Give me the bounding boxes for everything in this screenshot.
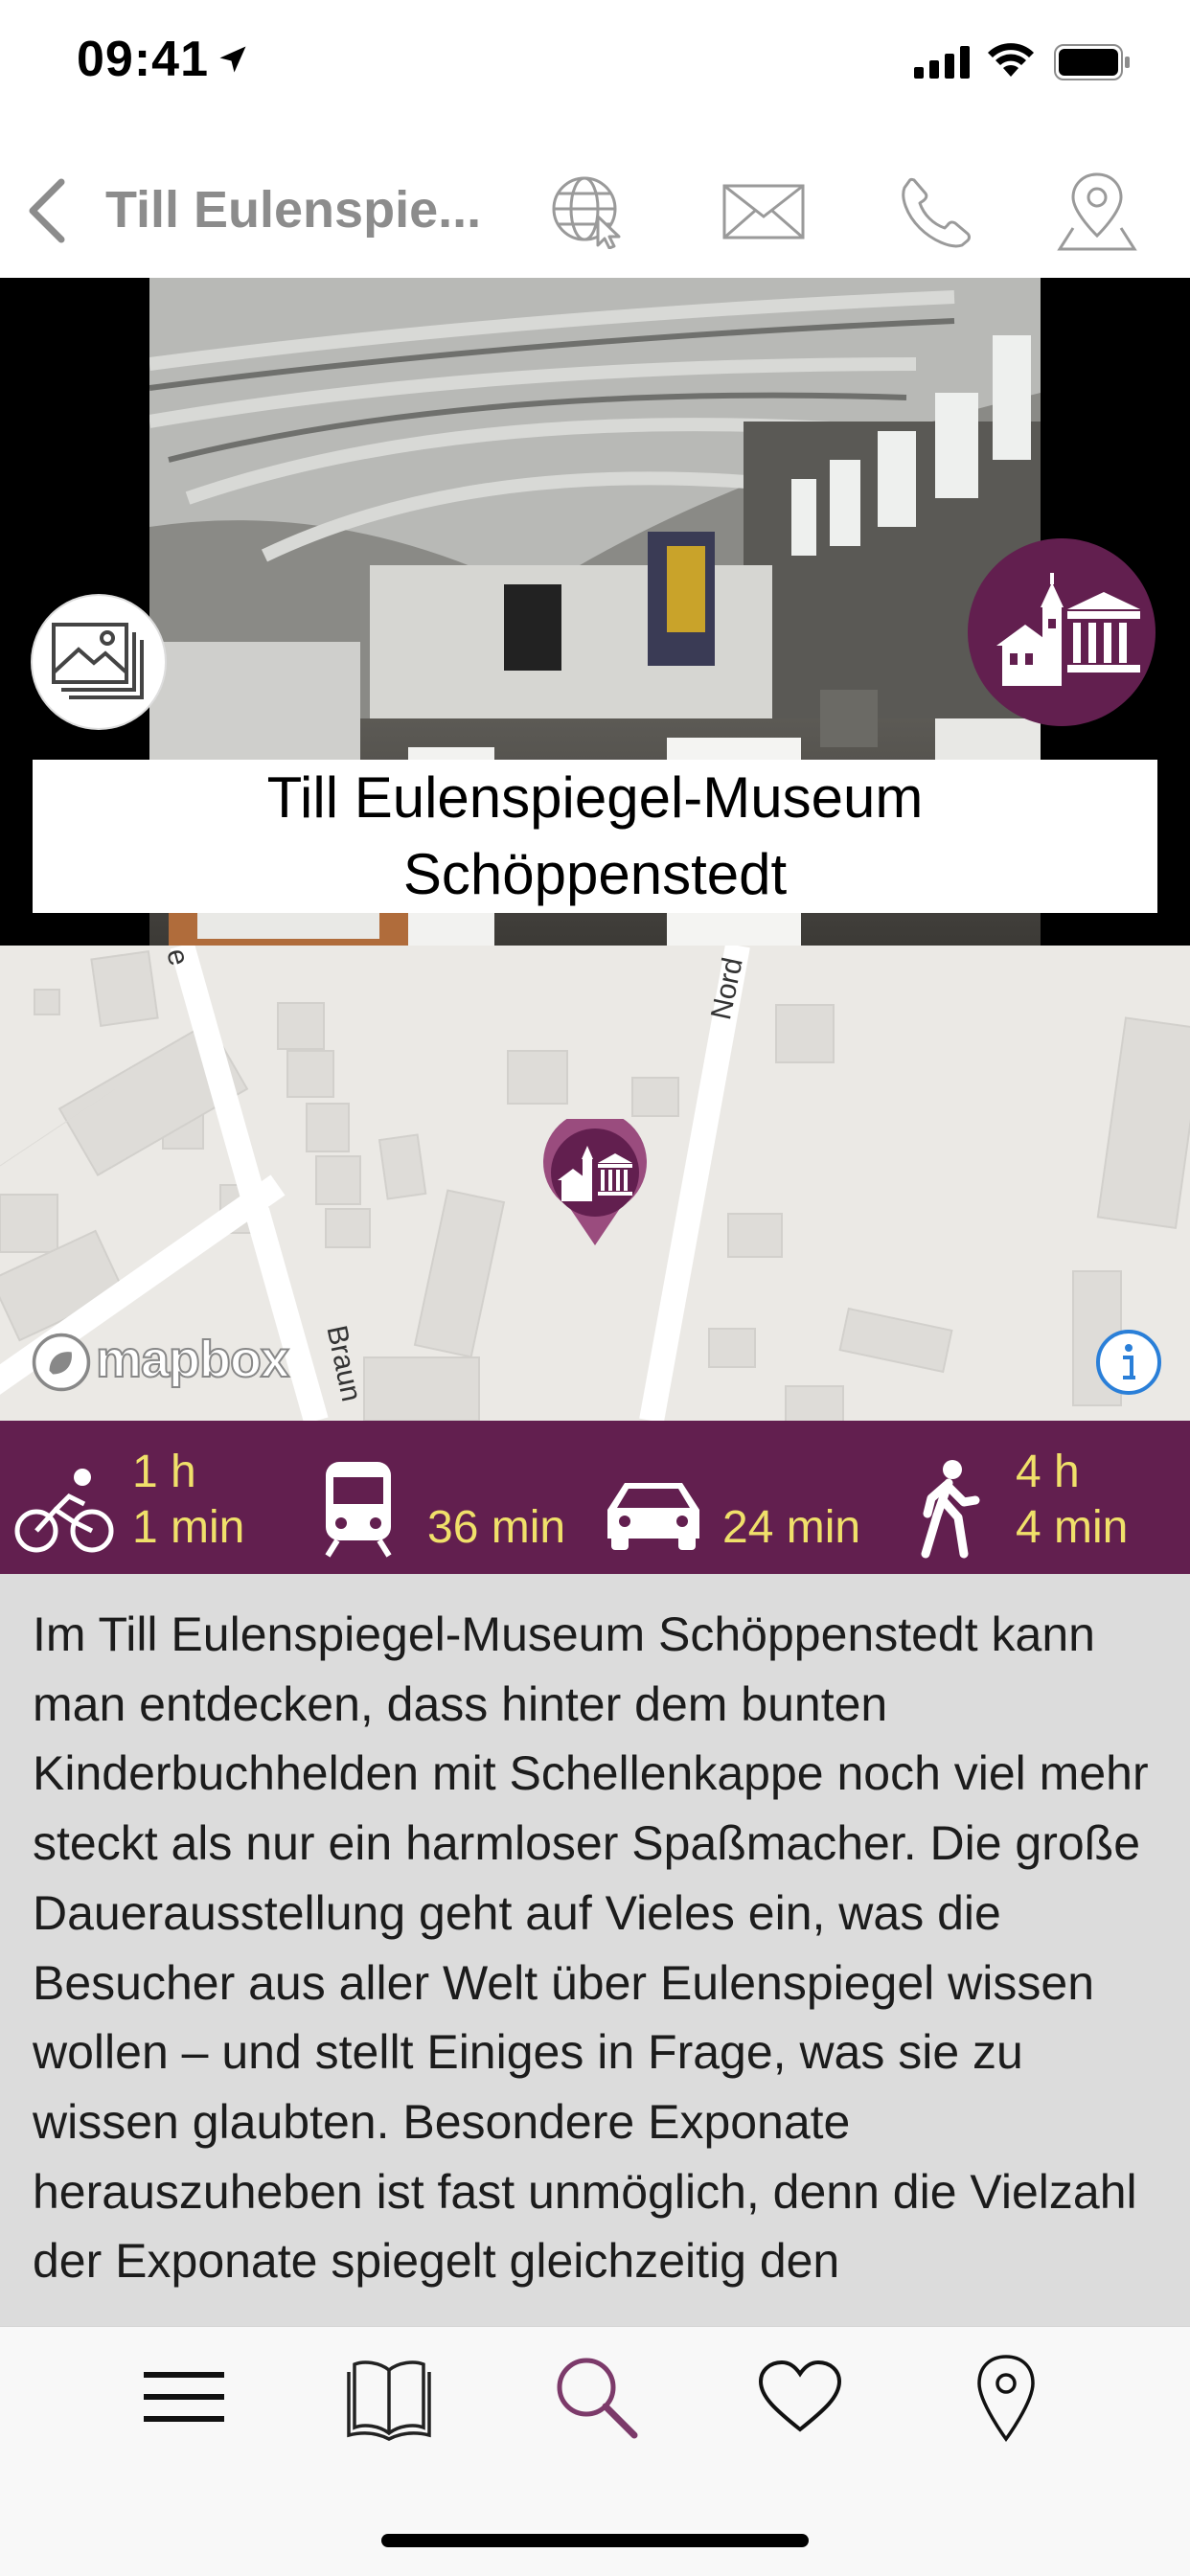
image-gallery-icon xyxy=(52,623,144,699)
nav-title: Till Eulenspie... xyxy=(105,181,482,239)
travel-car-minutes: 24 min xyxy=(722,1502,861,1553)
car-icon xyxy=(607,1483,699,1550)
website-button[interactable] xyxy=(548,172,634,250)
gallery-button[interactable] xyxy=(33,596,165,728)
poi-description: Im Till Eulenspiegel-Museum Schöppensted… xyxy=(33,1607,1149,2289)
travel-walk-hours: 4 h xyxy=(1016,1447,1080,1497)
church-museum-pin-icon xyxy=(543,1110,647,1245)
mapbox-logo-icon xyxy=(32,1333,91,1392)
tab-favorites[interactable] xyxy=(757,2359,843,2435)
map-info-button[interactable] xyxy=(1094,1328,1163,1397)
envelope-icon xyxy=(722,184,805,239)
chevron-left-icon xyxy=(29,178,65,243)
info-icon xyxy=(1096,1330,1161,1395)
book-icon xyxy=(347,2360,431,2441)
travel-walk-minutes: 4 min xyxy=(1016,1502,1129,1553)
poi-title-line1: Till Eulenspiegel-Museum xyxy=(266,765,924,830)
tab-book[interactable] xyxy=(347,2353,431,2441)
menu-icon xyxy=(144,2372,224,2422)
back-button[interactable] xyxy=(19,172,77,249)
travel-train-minutes: 36 min xyxy=(427,1502,566,1553)
poi-title-box: Till Eulenspiegel-Museum Schöppenstedt xyxy=(33,760,1157,913)
map-pin-icon xyxy=(1057,172,1137,251)
category-badge xyxy=(968,538,1156,726)
phone-icon xyxy=(902,177,971,248)
battery-icon xyxy=(1054,44,1130,80)
poi-title-line2: Schöppenstedt xyxy=(402,842,788,906)
heart-icon xyxy=(758,2359,842,2432)
status-time: 09:41 xyxy=(77,32,209,87)
signal-icon xyxy=(914,46,970,79)
travel-bike-hours: 1 h xyxy=(132,1447,196,1497)
search-icon xyxy=(557,2358,638,2439)
map-location-button[interactable] xyxy=(1054,169,1140,253)
home-indicator xyxy=(381,2534,809,2547)
train-icon xyxy=(325,1462,392,1558)
tab-menu[interactable] xyxy=(140,2359,228,2435)
church-museum-icon xyxy=(996,573,1140,686)
globe-cursor-icon xyxy=(552,176,621,250)
wifi-icon xyxy=(988,43,1034,77)
phone-button[interactable] xyxy=(893,172,979,249)
walk-icon xyxy=(921,1460,980,1559)
travel-bike-minutes: 1 min xyxy=(132,1502,245,1553)
tab-search[interactable] xyxy=(552,2353,640,2441)
location-pin-icon xyxy=(977,2355,1035,2442)
location-arrow-icon xyxy=(219,46,246,73)
tab-location[interactable] xyxy=(975,2353,1037,2443)
bike-icon xyxy=(14,1469,114,1553)
email-button[interactable] xyxy=(721,172,807,249)
poi-map-marker[interactable] xyxy=(538,1110,652,1247)
mapbox-attribution[interactable]: mapbox xyxy=(95,1330,290,1389)
